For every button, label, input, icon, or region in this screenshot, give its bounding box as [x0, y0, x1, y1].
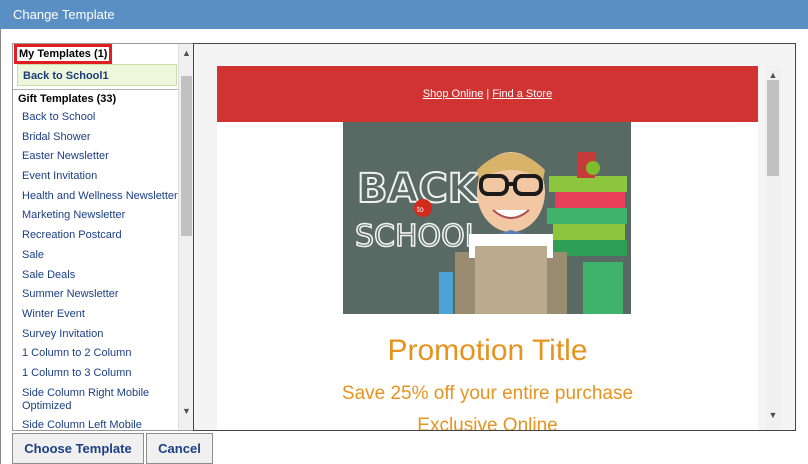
template-item-event-invitation[interactable]: Event Invitation — [13, 167, 179, 187]
link-separator: | — [486, 88, 490, 100]
header-links: Shop Online | Find a Store — [217, 66, 758, 122]
template-item-sale-deals[interactable]: Sale Deals — [13, 266, 179, 286]
template-preview: Shop Online | Find a Store BACK to SCHOO… — [193, 43, 796, 431]
scroll-down-icon[interactable]: ▼ — [179, 404, 193, 418]
hero-text-to: to — [417, 205, 424, 214]
template-item-marketing-newsletter[interactable]: Marketing Newsletter — [13, 206, 179, 226]
find-store-link[interactable]: Find a Store — [492, 88, 552, 100]
promotion-subtitle-2: Exclusive Online — [417, 415, 558, 431]
template-item-side-col-right-mobile[interactable]: Side Column Right Mobile Optimized — [13, 384, 179, 416]
scrollbar-thumb[interactable] — [181, 76, 192, 236]
template-item-bridal-shower[interactable]: Bridal Shower — [13, 128, 179, 148]
preview-scrollbar-thumb[interactable] — [767, 80, 779, 176]
email-header-bar: Shop Online | Find a Store — [217, 66, 758, 122]
promotion-subtitle: Save 25% off your entire purchase — [341, 383, 634, 404]
template-list-panel: My Templates (1) Back to School1 Gift Te… — [12, 43, 194, 431]
preview-scrollbar[interactable]: ▲ ▼ — [765, 66, 781, 430]
template-item-sale[interactable]: Sale — [13, 246, 179, 266]
template-item-back-to-school[interactable]: Back to School — [13, 108, 179, 128]
template-item-winter-event[interactable]: Winter Event — [13, 305, 179, 325]
my-template-item[interactable]: Back to School1 — [17, 64, 177, 86]
template-item-1col-to-3col[interactable]: 1 Column to 3 Column — [13, 364, 179, 384]
gift-templates-list: Back to School Bridal Shower Easter News… — [13, 108, 179, 430]
template-list: My Templates (1) Back to School1 Gift Te… — [13, 44, 179, 430]
template-item-side-col-left-mobile[interactable]: Side Column Left Mobile — [13, 416, 179, 430]
template-item-survey-invitation[interactable]: Survey Invitation — [13, 325, 179, 345]
template-item-easter-newsletter[interactable]: Easter Newsletter — [13, 147, 179, 167]
template-item-recreation-postcard[interactable]: Recreation Postcard — [13, 226, 179, 246]
scroll-up-icon[interactable]: ▲ — [179, 46, 193, 60]
preview-scroll-down-icon[interactable]: ▼ — [765, 408, 781, 422]
dialog-title: Change Template — [0, 0, 808, 29]
change-template-dialog: Change Template My Templates (1) Back to… — [0, 0, 808, 464]
hero-image: BACK to SCHOOL — [343, 122, 631, 314]
email-preview: Shop Online | Find a Store BACK to SCHOO… — [217, 66, 758, 431]
template-list-scrollbar[interactable]: ▲ ▼ — [178, 44, 193, 430]
back-to-school-illustration: BACK to SCHOOL — [343, 122, 631, 314]
cancel-button[interactable]: Cancel — [146, 433, 213, 464]
template-item-1col-to-2col[interactable]: 1 Column to 2 Column — [13, 344, 179, 364]
choose-template-button[interactable]: Choose Template — [12, 433, 144, 464]
template-item-summer-newsletter[interactable]: Summer Newsletter — [13, 285, 179, 305]
hero-text-school: SCHOOL — [355, 219, 482, 254]
my-templates-heading: My Templates (1) — [14, 44, 113, 64]
template-item-health-wellness-newsletter[interactable]: Health and Wellness Newsletter — [13, 187, 179, 207]
shop-online-link[interactable]: Shop Online — [423, 88, 484, 100]
gift-templates-heading: Gift Templates (33) — [18, 93, 117, 105]
promotion-title: Promotion Title — [387, 334, 588, 367]
